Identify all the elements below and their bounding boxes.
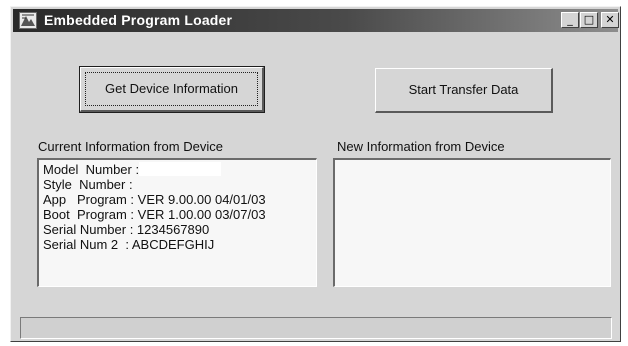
- serial-num-2-line: Serial Num 2 : ABCDEFGHIJ: [43, 237, 215, 252]
- style-number-line: Style Number :: [43, 177, 133, 192]
- new-information-label: New Information from Device: [337, 139, 505, 154]
- app-window: Embedded Program Loader _ □ ✕ Get Device…: [10, 6, 621, 342]
- new-information-panel[interactable]: [333, 158, 611, 287]
- app-program-line: App Program : VER 9.00.00 04/01/03: [43, 192, 266, 207]
- serial-number-line: Serial Number : 1234567890: [43, 222, 210, 237]
- status-bar: [20, 317, 612, 339]
- start-transfer-data-button[interactable]: Start Transfer Data: [375, 68, 553, 113]
- model-number-line: Model Number :: [43, 162, 312, 177]
- title-bar[interactable]: Embedded Program Loader _ □ ✕: [13, 9, 619, 32]
- current-information-label: Current Information from Device: [38, 139, 223, 154]
- get-device-information-label: Get Device Information: [105, 81, 238, 96]
- window-title: Embedded Program Loader: [44, 12, 233, 28]
- maximize-button[interactable]: □: [580, 12, 598, 28]
- model-number-value-highlight: [139, 162, 222, 176]
- close-button[interactable]: ✕: [601, 12, 619, 28]
- get-device-information-button[interactable]: Get Device Information: [79, 66, 265, 113]
- minimize-button[interactable]: _: [561, 12, 579, 28]
- current-information-panel[interactable]: Model Number : Style Number : App Progra…: [37, 158, 317, 287]
- model-number-text: Model Number :: [43, 162, 140, 177]
- app-icon[interactable]: [19, 12, 37, 29]
- start-transfer-data-label: Start Transfer Data: [408, 82, 519, 97]
- boot-program-line: Boot Program : VER 1.00.00 03/07/03: [43, 207, 266, 222]
